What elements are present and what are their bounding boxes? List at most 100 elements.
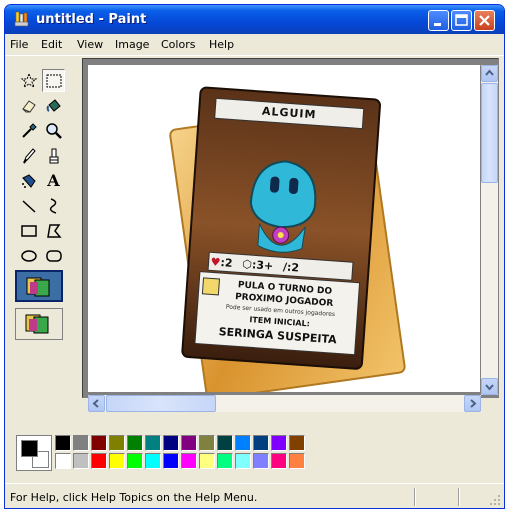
fill-tool[interactable] [42, 94, 65, 117]
close-button[interactable] [474, 10, 495, 31]
palette-color-swatch[interactable] [73, 453, 89, 469]
curve-tool[interactable] [42, 194, 65, 217]
scroll-down-button[interactable] [481, 378, 498, 395]
palette-color-swatch[interactable] [145, 435, 161, 451]
curve-icon [49, 197, 56, 214]
palette-color-swatch[interactable] [55, 453, 71, 469]
menu-file[interactable]: File [10, 38, 28, 51]
rect-select-icon [46, 74, 61, 87]
fill-bucket-icon [46, 98, 61, 112]
transparent-background-option[interactable] [15, 308, 63, 340]
scroll-up-button[interactable] [481, 65, 498, 82]
status-divider [414, 488, 416, 506]
maximize-button[interactable] [451, 10, 472, 31]
palette-color-swatch[interactable] [253, 435, 269, 451]
menu-edit[interactable]: Edit [41, 38, 62, 51]
airbrush-tool[interactable] [17, 169, 40, 192]
vertical-scrollbar[interactable] [481, 65, 498, 395]
minimize-button[interactable] [428, 10, 449, 31]
brush-icon [49, 148, 58, 163]
rectangle-icon [20, 224, 37, 237]
palette-color-swatch[interactable] [73, 435, 89, 451]
palette-color-swatch[interactable] [253, 453, 269, 469]
palette-color-swatch[interactable] [271, 453, 287, 469]
resize-grip-icon[interactable] [489, 494, 501, 506]
palette-color-swatch[interactable] [271, 435, 287, 451]
magnifier-icon [45, 122, 62, 139]
palette-color-swatch[interactable] [235, 435, 251, 451]
stat-sword: :2 [286, 260, 300, 275]
palette-color-swatch[interactable] [289, 453, 305, 469]
card-text-layer: ALGUIM ♥:2 ⬡:3+ /:2 PULA O TURNO DO PROX… [182, 87, 380, 369]
polygon-tool[interactable] [42, 219, 65, 242]
magnifier-tool[interactable] [42, 119, 65, 142]
palette-color-swatch[interactable] [235, 453, 251, 469]
palette-color-swatch[interactable] [217, 453, 233, 469]
menu-colors[interactable]: Colors [161, 38, 195, 51]
menu-bar: File Edit View Image Colors Help [5, 34, 504, 56]
eraser-tool[interactable] [17, 94, 40, 117]
foreground-color-swatch[interactable] [21, 440, 38, 457]
free-form-select-tool[interactable] [17, 69, 40, 92]
menu-help[interactable]: Help [209, 38, 234, 51]
drawing-canvas[interactable]: ALGUIM ♥:2 ⬡:3+ /:2 PULA O TURNO DO PROX… [88, 65, 480, 392]
palette-color-swatch[interactable] [109, 435, 125, 451]
ellipse-icon [20, 249, 37, 262]
chevron-up-icon [485, 69, 494, 76]
stat-dice: :3+ [251, 258, 274, 273]
menu-image[interactable]: Image [115, 38, 149, 51]
eyedropper-icon [21, 122, 37, 138]
current-colors[interactable] [16, 435, 52, 471]
line-icon [21, 199, 36, 213]
menu-view[interactable]: View [77, 38, 103, 51]
color-palette [5, 425, 504, 477]
palette-color-swatch[interactable] [109, 453, 125, 469]
star-select-icon [20, 72, 37, 88]
palette-color-swatch[interactable] [163, 453, 179, 469]
scroll-right-button[interactable] [464, 395, 481, 412]
title-bar[interactable]: untitled - Paint [5, 5, 504, 34]
palette-color-swatch[interactable] [217, 435, 233, 451]
line-tool[interactable] [17, 194, 40, 217]
rounded-rectangle-tool[interactable] [42, 244, 65, 267]
chevron-left-icon [92, 399, 99, 408]
window-title: untitled - Paint [36, 12, 147, 27]
palette-color-swatch[interactable] [127, 453, 143, 469]
status-bar: For Help, click Help Topics on the Help … [5, 483, 504, 508]
palette-color-swatch[interactable] [91, 453, 107, 469]
palette-color-swatch[interactable] [127, 435, 143, 451]
palette-color-swatch[interactable] [55, 435, 71, 451]
palette-color-swatch[interactable] [163, 435, 179, 451]
palette-color-swatch[interactable] [199, 435, 215, 451]
palette-color-swatch[interactable] [289, 435, 305, 451]
horizontal-scrollbar[interactable] [88, 395, 481, 412]
airbrush-icon [21, 173, 36, 188]
card-stats-row: ♥:2 ⬡:3+ /:2 [210, 255, 299, 274]
vertical-scroll-thumb[interactable] [481, 83, 498, 183]
palette-color-swatch[interactable] [145, 453, 161, 469]
pencil-icon [22, 147, 36, 163]
palette-color-swatch[interactable] [181, 453, 197, 469]
stat-hearts: :2 [220, 256, 233, 270]
maximize-icon [455, 14, 468, 26]
chevron-down-icon [485, 384, 494, 391]
palette-color-swatch[interactable] [91, 435, 107, 451]
scroll-left-button[interactable] [88, 395, 105, 412]
brush-tool[interactable] [42, 144, 65, 167]
rectangle-tool[interactable] [17, 219, 40, 242]
text-tool[interactable]: A [42, 169, 65, 192]
rounded-rect-icon [45, 249, 62, 262]
transparent-option-icon [25, 314, 49, 334]
select-tool[interactable] [42, 69, 65, 92]
pick-color-tool[interactable] [17, 119, 40, 142]
pencil-tool[interactable] [17, 144, 40, 167]
text-icon: A [47, 171, 60, 190]
opaque-background-option[interactable] [15, 270, 63, 302]
chevron-right-icon [470, 399, 477, 408]
horizontal-scroll-thumb[interactable] [106, 395, 216, 412]
minimize-icon [434, 23, 441, 26]
ellipse-tool[interactable] [17, 244, 40, 267]
palette-color-swatch[interactable] [199, 453, 215, 469]
paint-window: untitled - Paint File Edit View Image Co… [4, 4, 505, 509]
palette-color-swatch[interactable] [181, 435, 197, 451]
